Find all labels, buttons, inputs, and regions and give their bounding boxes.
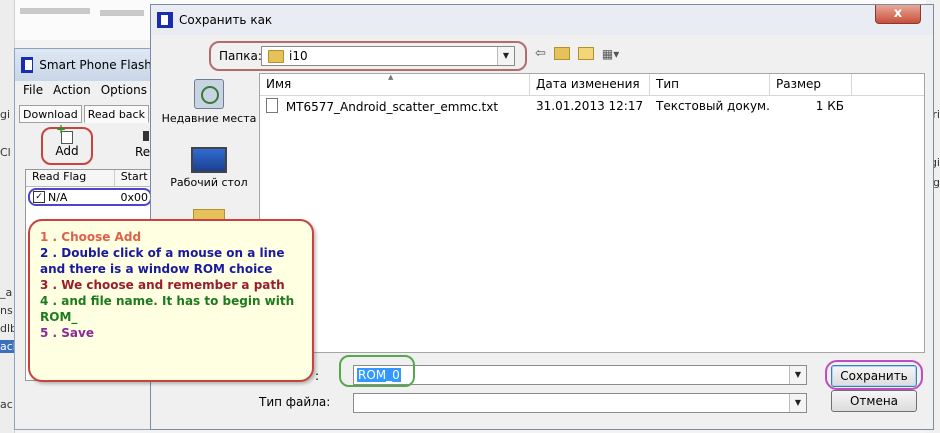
readback-table-header: Read Flag Start [26,170,164,187]
text-file-icon [266,98,278,113]
note-step-3: 3 . We choose and remember a path [40,278,285,292]
tab-read-back[interactable]: Read back [83,105,149,123]
cancel-button[interactable]: Отмена [831,390,917,412]
row-checkbox[interactable]: ✓ [33,191,45,203]
file-modified: 31.01.2013 12:17 [536,99,644,113]
dialog-title: Сохранить как [179,13,273,27]
file-name-cell: MT6577_Android_scatter_emmc.txt [260,98,530,114]
app-icon [157,12,173,28]
filename-highlight [339,355,415,387]
place-desktop[interactable]: Рабочий стол [159,147,259,189]
background-fragment [100,10,144,16]
remove-button[interactable]: Re [135,145,150,159]
note-step-1: 1 . Choose Add [40,230,142,244]
instruction-note: 1 . Choose Add 2 . Double click of a mou… [28,219,314,382]
add-icon [56,122,73,144]
file-size: 1 КБ [815,99,844,113]
bg-text: Cl [0,146,11,159]
note-step-5: 5 . Save [40,326,94,340]
desktop-icon [191,147,227,173]
remove-icon [143,131,149,141]
save-button[interactable]: Сохранить [831,365,917,387]
close-button[interactable]: x [875,5,921,24]
menu-bar: File Action Options [15,81,163,103]
file-type: Текстовый докум... [656,99,770,113]
bg-text: gi [0,108,11,121]
look-in-value: i10 [289,49,308,63]
look-in-highlight: Папка: i10 ▼ [209,41,527,71]
column-read-flag[interactable]: Read Flag [26,170,115,186]
column-name[interactable]: ▲ Имя [260,73,530,95]
place-recent[interactable]: Недавние места [159,79,259,125]
view-menu-icon[interactable]: ▦▾ [602,47,619,61]
place-label: Недавние места [161,112,257,125]
note-step-2: 2 . Double click of a mouse on a line an… [40,246,285,276]
filetype-dropdown[interactable]: ▼ [353,393,807,413]
navigation-toolbar: ⇦ ▦▾ [535,46,619,61]
recent-places-icon [194,79,224,109]
chevron-down-icon[interactable]: ▼ [789,394,806,412]
back-arrow-icon[interactable]: ⇦ [535,46,546,61]
note-step-4: 4 . and file name. It has to begin with … [40,294,295,324]
chevron-down-icon[interactable]: ▼ [789,366,806,384]
sort-arrow-icon: ▲ [388,73,394,81]
bg-text: _a [0,286,13,299]
row-start-address: 0x00 [120,190,148,204]
app-icon [21,57,34,73]
file-row[interactable]: MT6577_Android_scatter_emmc.txt 31.01.20… [260,96,924,116]
row-flag: N/A [48,190,68,204]
chevron-down-icon[interactable]: ▼ [497,47,514,65]
tab-download[interactable]: Download [19,105,82,123]
filetype-label: Тип файла: [259,395,331,409]
menu-action[interactable]: Action [53,83,91,101]
file-name: MT6577_Android_scatter_emmc.txt [285,100,499,114]
column-type[interactable]: Тип [650,74,770,95]
dialog-titlebar[interactable]: Сохранить как [151,5,933,35]
bg-text: ac [0,398,13,411]
column-name-label: Имя [266,77,292,91]
filename-input[interactable]: ROM_0 ▼ [353,365,807,385]
column-size[interactable]: Размер [770,74,852,95]
look-in-label: Папка: [219,49,262,63]
file-list-header: ▲ Имя Дата изменения Тип Размер [260,73,924,96]
folder-icon [268,49,284,63]
background-left-strip: gi Cl _a ns dlb acl ac [0,0,17,433]
menu-options[interactable]: Options [101,83,147,101]
new-folder-icon[interactable] [577,47,594,60]
up-folder-icon[interactable] [553,47,570,60]
column-date-modified[interactable]: Дата изменения [530,74,650,95]
flash-tool-title: Smart Phone Flash T [39,58,163,72]
readback-table-row[interactable]: ✓ N/A 0x00 [28,188,152,206]
bg-text: ns [0,304,13,317]
filename-label: : [315,369,320,383]
add-button-label: Add [55,144,79,158]
flash-tool-titlebar[interactable]: Smart Phone Flash T [15,49,163,81]
file-list: ▲ Имя Дата изменения Тип Размер MT6577_A… [259,73,925,353]
add-button[interactable]: Add [41,122,93,165]
look-in-dropdown[interactable]: i10 ▼ [261,46,515,66]
place-label: Рабочий стол [170,176,248,189]
menu-file[interactable]: File [23,83,43,101]
flash-tabs: Download Read back [15,103,163,125]
background-fragment [20,8,90,14]
